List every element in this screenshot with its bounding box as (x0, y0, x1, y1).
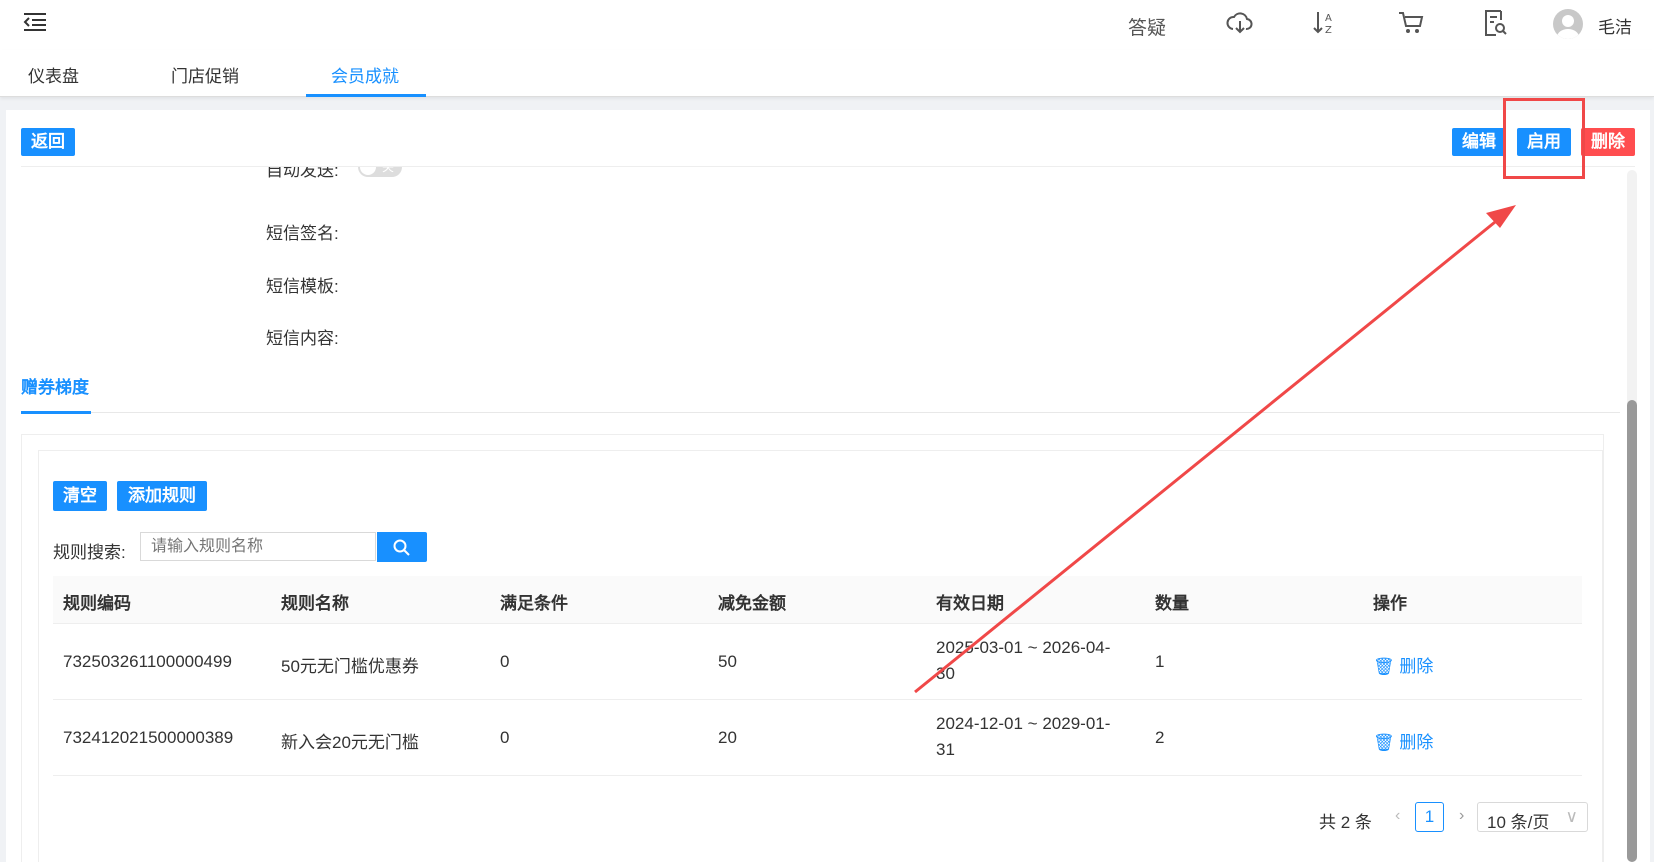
column-header: 减免金额 (718, 594, 786, 613)
tab-coupon-tiers[interactable]: 赠券梯度 (21, 373, 89, 398)
sort-az-icon[interactable]: AZ (1313, 10, 1337, 36)
section-tab-divider (21, 412, 1620, 413)
sms-signature-label: 短信签名: (266, 224, 339, 243)
prev-page-icon[interactable]: ‹ (1395, 807, 1400, 825)
pagination: 共 2 条 ‹ 1 › 10 条/页 ∨ (1319, 801, 1619, 833)
delete-label: 删除 (1399, 657, 1434, 676)
cart-icon[interactable] (1398, 11, 1424, 35)
rule-search-label: 规则搜索: (53, 543, 126, 562)
section-tab-indicator (21, 411, 91, 414)
delete-button[interactable]: 删除 (1581, 128, 1635, 156)
tab-dashboard[interactable]: 仪表盘 (28, 62, 79, 87)
column-header: 规则编码 (63, 594, 131, 613)
rule-amount: 50 (718, 652, 737, 671)
table-header: 规则编码 规则名称 满足条件 减免金额 有效日期 数量 操作 (53, 576, 1582, 624)
column-header: 数量 (1155, 594, 1189, 613)
column-header: 规则名称 (281, 594, 349, 613)
tab-store-promotion[interactable]: 门店促销 (171, 62, 239, 87)
search-button[interactable] (377, 532, 427, 562)
trash-icon: 🗑 (1373, 733, 1395, 752)
rule-quantity: 2 (1155, 728, 1165, 747)
table-row: 732503261100000499 50元无门槛优惠券 0 50 2025-0… (53, 624, 1582, 700)
rules-panel: 清空 添加规则 规则搜索: 规则编码 规则名称 满足条件 减免金额 有效日期 数… (38, 450, 1603, 862)
sms-template-label: 短信模板: (266, 277, 339, 296)
column-header: 有效日期 (936, 594, 1004, 613)
table-row: 732412021500000389 新入会20元无门槛 0 20 2024-1… (53, 700, 1582, 776)
tab-member-achievement[interactable]: 会员成就 (331, 62, 399, 87)
avatar-icon[interactable] (1553, 9, 1583, 39)
top-bar: 答疑 AZ 毛洁 (0, 0, 1654, 50)
cloud-download-icon[interactable] (1226, 11, 1254, 35)
trash-icon: 🗑 (1373, 657, 1395, 676)
rule-condition: 0 (500, 728, 510, 747)
total-count: 共 2 条 (1319, 813, 1372, 832)
rule-date-cont: 30 (936, 664, 955, 683)
delete-rule-link[interactable]: 🗑 删除 (1373, 652, 1433, 677)
rule-date: 2025-03-01 ~ 2026-04- (936, 638, 1111, 657)
detail-card: 返回 编辑 启用 删除 自动发送: 关 短信签名: 短信模板: 短信内容: 赠券… (6, 110, 1650, 862)
rule-amount: 20 (718, 728, 737, 747)
rule-code: 732503261100000499 (63, 652, 232, 671)
auto-send-toggle[interactable]: 关 (358, 167, 402, 177)
rule-name: 50元无门槛优惠券 (281, 657, 419, 676)
delete-rule-link[interactable]: 🗑 删除 (1373, 728, 1433, 753)
delete-label: 删除 (1399, 733, 1434, 752)
scrollbar-thumb[interactable] (1627, 400, 1637, 862)
scrollbar-track[interactable] (1627, 170, 1637, 862)
next-page-icon[interactable]: › (1459, 807, 1464, 825)
rule-search-input[interactable] (140, 532, 376, 561)
add-rule-button[interactable]: 添加规则 (117, 481, 207, 511)
page-1[interactable]: 1 (1415, 802, 1444, 832)
rule-date: 2024-12-01 ~ 2029-01- (936, 714, 1111, 733)
page-size-select[interactable]: 10 条/页 ∨ (1477, 802, 1588, 832)
scroll-area: 自动发送: 关 短信签名: 短信模板: 短信内容: 赠券梯度 清空 添加规则 规… (6, 167, 1626, 862)
user-name[interactable]: 毛洁 (1598, 13, 1632, 38)
active-tab-indicator (306, 94, 426, 97)
page-size-value: 10 条/页 (1487, 813, 1550, 832)
help-link[interactable]: 答疑 (1128, 13, 1166, 40)
svg-text:A: A (1325, 13, 1332, 24)
page-tabs: 仪表盘 门店促销 会员成就 (0, 50, 1654, 97)
rule-name: 新入会20元无门槛 (281, 733, 419, 752)
menu-fold-icon[interactable] (23, 12, 47, 32)
search-icon (393, 539, 410, 556)
toggle-text: 关 (382, 167, 395, 174)
clear-button[interactable]: 清空 (53, 481, 107, 511)
edit-button[interactable]: 编辑 (1452, 128, 1506, 156)
rule-condition: 0 (500, 652, 510, 671)
rule-code: 732412021500000389 (63, 728, 234, 747)
rule-quantity: 1 (1155, 652, 1165, 671)
auto-send-label: 自动发送: (266, 167, 339, 180)
svg-text:Z: Z (1325, 25, 1332, 36)
back-button[interactable]: 返回 (21, 128, 75, 156)
chevron-down-icon: ∨ (1565, 807, 1578, 826)
column-header: 操作 (1373, 594, 1407, 613)
sms-content-label: 短信内容: (266, 329, 339, 348)
highlight-box (1503, 98, 1585, 179)
document-search-icon[interactable] (1484, 9, 1508, 37)
rule-date-cont: 31 (936, 740, 955, 759)
column-header: 满足条件 (500, 594, 568, 613)
